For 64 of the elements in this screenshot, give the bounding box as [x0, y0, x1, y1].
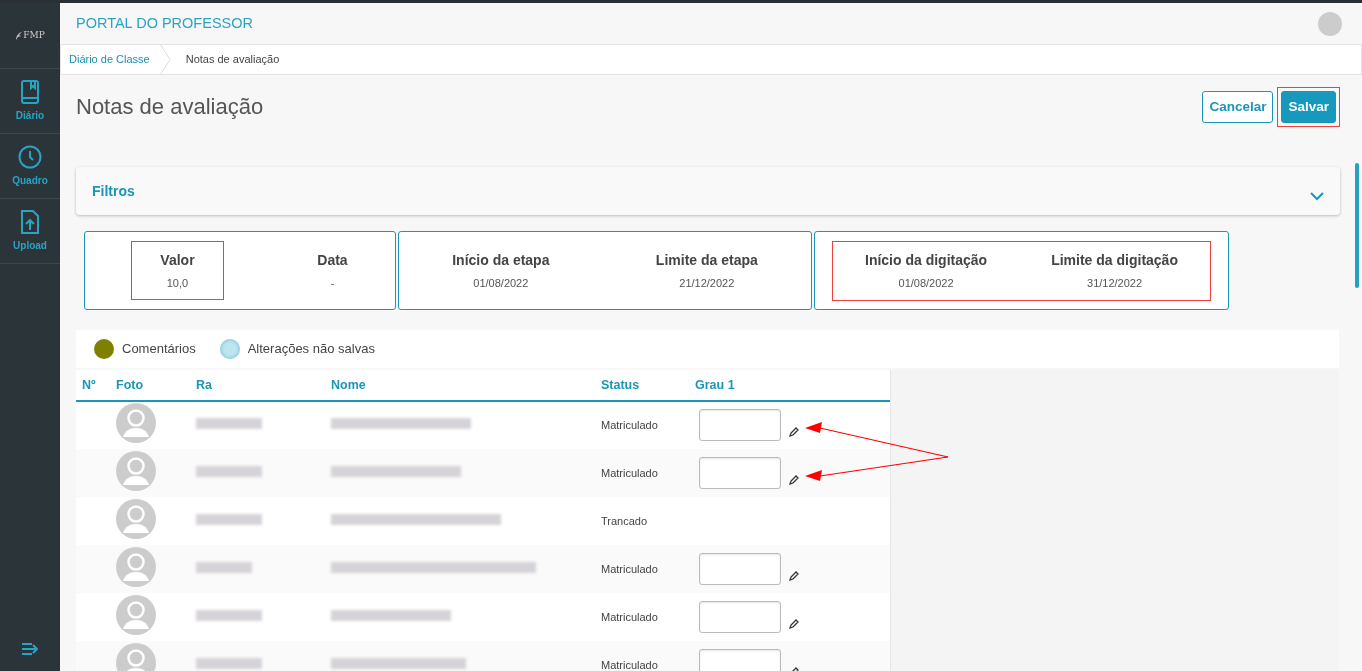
legend-label: Comentários — [122, 340, 196, 359]
pencil-icon[interactable] — [789, 618, 799, 629]
grade-input[interactable] — [699, 648, 781, 671]
column-header: Ra — [196, 370, 331, 401]
save-button[interactable]: Salvar — [1281, 90, 1336, 124]
info-label: Valor — [160, 250, 195, 270]
avatar-silhouette-icon — [116, 594, 156, 635]
filter-title: Filtros — [92, 181, 135, 201]
filter-panel[interactable]: Filtros — [76, 167, 1340, 215]
column-header: Foto — [116, 370, 196, 401]
pencil-icon[interactable] — [789, 427, 799, 438]
blurred-text — [196, 561, 252, 573]
info-value: 21/12/2022 — [678, 275, 736, 291]
blurred-text — [196, 657, 262, 669]
sidebar-item[interactable]: Quadro — [0, 134, 60, 199]
info-label: Data — [317, 250, 348, 270]
status-text: Matriculado — [601, 544, 691, 593]
chevron-down-icon[interactable] — [1310, 191, 1324, 201]
grade-input[interactable] — [699, 552, 781, 585]
sidebar-item[interactable]: Diário — [0, 69, 60, 134]
grade-input[interactable] — [699, 409, 781, 442]
status-text: Trancado — [601, 496, 691, 545]
info-value: 31/12/2022 — [1086, 275, 1144, 291]
blurred-text — [196, 609, 262, 621]
info-label: Limite da digitação — [1051, 250, 1178, 270]
status-text: Matriculado — [601, 448, 691, 497]
nav-label: Upload — [13, 238, 47, 253]
breadcrumb-current: Notas de avaliação — [184, 52, 281, 68]
page-title: Notas de avaliação — [76, 93, 264, 121]
grade-input[interactable] — [699, 456, 781, 489]
info-value: 10,0 — [165, 275, 190, 291]
file-upload-icon — [20, 209, 40, 234]
avatar-silhouette-icon — [116, 498, 156, 539]
blurred-text — [196, 465, 262, 477]
logo-text: FMP — [23, 28, 45, 42]
info-label: Início da etapa — [452, 250, 550, 270]
column-header: Status — [601, 370, 691, 401]
column-header: Nº — [76, 370, 116, 401]
column-header: Nome — [331, 370, 601, 401]
nav-label: Diário — [15, 108, 45, 123]
breadcrumb-link[interactable]: Diário de Classe — [61, 51, 160, 68]
avatar-silhouette-icon — [116, 403, 156, 443]
info-label: Limite da etapa — [655, 250, 758, 270]
clock-icon — [18, 144, 42, 169]
status-text: Matriculado — [601, 400, 691, 449]
portal-title: PORTAL DO PROFESSOR — [76, 13, 253, 33]
info-value: 01/08/2022 — [472, 275, 530, 291]
legend-label: Alterações não salvas — [247, 340, 375, 359]
nav-label: Quadro — [12, 173, 48, 188]
scrollbar-thumb[interactable] — [1355, 163, 1359, 288]
pencil-icon[interactable] — [789, 570, 799, 581]
sidebar-item[interactable]: Upload — [0, 199, 60, 264]
book-icon — [20, 79, 40, 104]
blurred-text — [196, 513, 262, 525]
pencil-icon[interactable] — [789, 474, 799, 485]
cancel-button[interactable]: Cancelar — [1202, 90, 1274, 124]
status-text: Matriculado — [601, 592, 691, 641]
grade-input[interactable] — [699, 600, 781, 633]
info-label: Início da digitação — [865, 250, 988, 270]
feather-icon — [15, 31, 24, 40]
status-text: Matriculado — [601, 640, 691, 671]
info-value: - — [329, 275, 336, 291]
info-value: 01/08/2022 — [897, 275, 955, 291]
blurred-text — [196, 418, 262, 429]
